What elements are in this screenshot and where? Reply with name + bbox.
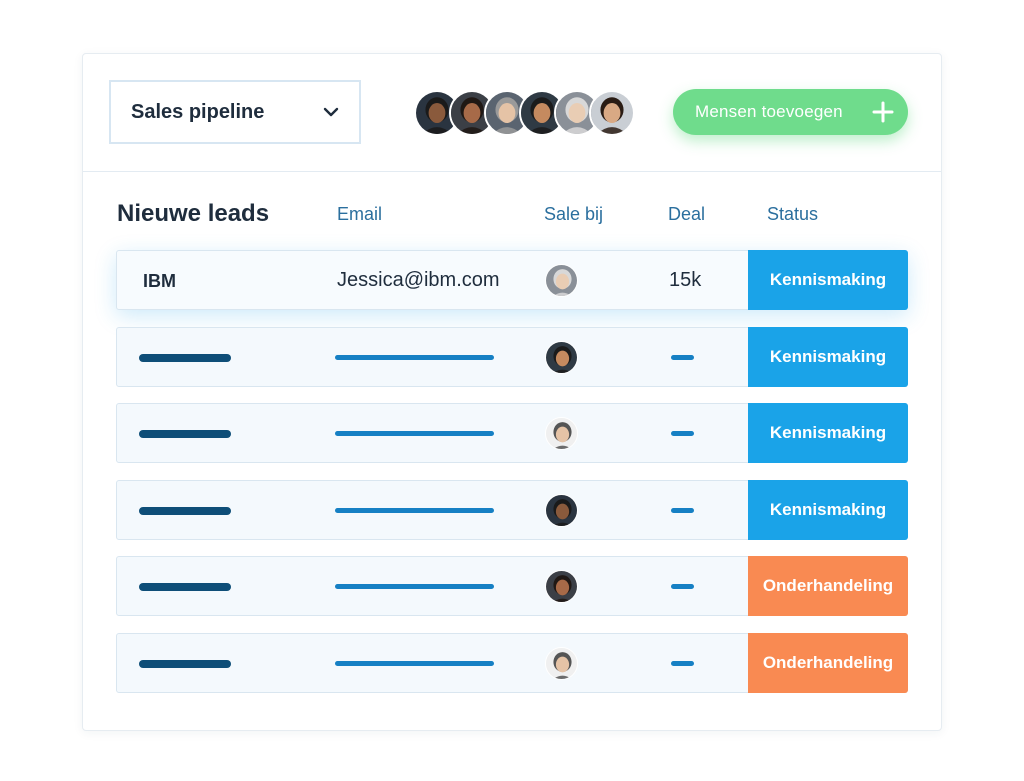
deal-placeholder [671,508,694,513]
company-name: IBM [143,271,176,291]
status-badge[interactable]: Kennismaking [748,480,908,540]
table-row[interactable]: Onderhandeling [116,633,908,693]
email-value[interactable]: Jessica@ibm.com [337,269,500,292]
table-title: Nieuwe leads [117,200,270,227]
person-avatar-icon [546,418,577,449]
column-header-sale-bij[interactable]: Sale bij [544,204,603,225]
plus-icon [872,101,894,123]
card-header: Sales pipeline Mensen toevoegen [83,54,941,172]
person-avatar-icon [546,571,577,602]
company-placeholder [139,660,231,668]
sale-owner-avatar[interactable] [545,341,578,374]
company-placeholder [139,430,231,438]
sale-owner-avatar[interactable] [545,647,578,680]
company-placeholder [139,583,231,591]
status-badge[interactable]: Kennismaking [748,327,908,387]
add-people-label: Mensen toevoegen [695,102,843,121]
deal-placeholder [671,584,694,589]
email-placeholder [335,661,494,666]
chevron-down-icon [323,107,339,117]
table-row[interactable]: Kennismaking [116,480,908,540]
sale-owner-avatar[interactable] [545,417,578,450]
sale-owner-avatar[interactable] [545,494,578,527]
person-avatar-icon [546,342,577,373]
status-badge[interactable]: Kennismaking [748,403,908,463]
status-badge[interactable]: Kennismaking [748,250,908,310]
company-placeholder [139,507,231,515]
person-avatar-icon [546,495,577,526]
table-row[interactable]: Onderhandeling [116,556,908,616]
email-placeholder [335,355,494,360]
pipeline-label: Sales pipeline [131,100,265,123]
sale-owner-avatar[interactable] [545,570,578,603]
email-placeholder [335,508,494,513]
status-badge[interactable]: Onderhandeling [748,556,908,616]
email-placeholder [335,431,494,436]
pipeline-dropdown[interactable]: Sales pipeline [109,80,361,144]
add-people-button[interactable]: Mensen toevoegen [673,89,908,135]
deal-placeholder [671,661,694,666]
team-avatar[interactable] [589,90,635,136]
person-avatar-icon [546,265,577,296]
status-badge[interactable]: Onderhandeling [748,633,908,693]
column-header-email[interactable]: Email [337,204,382,225]
person-avatar-icon [591,92,633,134]
deal-placeholder [671,355,694,360]
deal-placeholder [671,431,694,436]
sale-owner-avatar[interactable] [545,264,578,297]
person-avatar-icon [546,648,577,679]
table-row[interactable]: Kennismaking [116,327,908,387]
pipeline-card: Sales pipeline Mensen toevoegen Nieuwe l… [82,53,942,731]
table-row[interactable]: IBM Jessica@ibm.com 15k Kennismaking [116,250,908,310]
email-placeholder [335,584,494,589]
column-header-status[interactable]: Status [767,204,818,225]
table-row[interactable]: Kennismaking [116,403,908,463]
deal-value: 15k [669,269,702,291]
column-header-deal[interactable]: Deal [668,204,705,225]
company-placeholder [139,354,231,362]
team-avatars[interactable] [414,90,635,136]
